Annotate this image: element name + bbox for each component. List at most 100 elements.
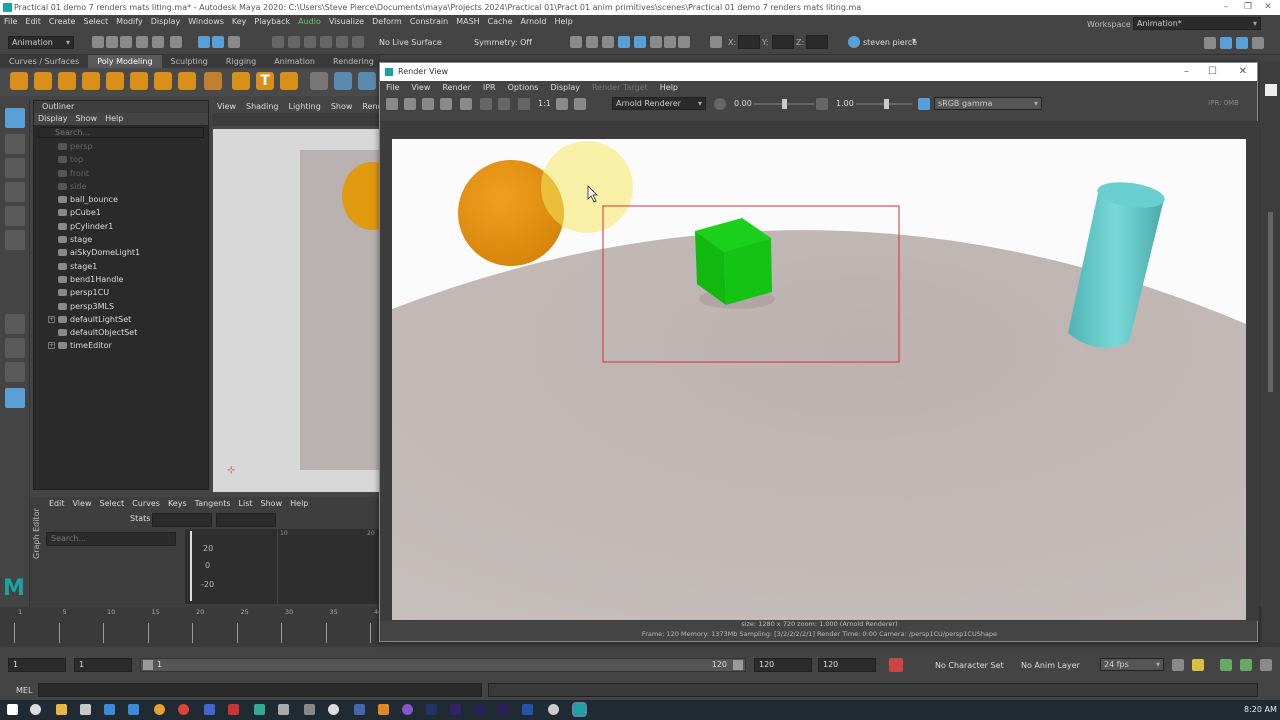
fps-dropdown[interactable]: 24 fps <box>1100 658 1164 671</box>
colorspace-dropdown[interactable]: sRGB gamma <box>934 97 1042 110</box>
ipr-icon[interactable] <box>440 98 452 110</box>
viewport-menu-item[interactable]: Lighting <box>283 102 325 111</box>
pause-ipr-icon[interactable] <box>678 36 690 48</box>
anim-layer[interactable]: No Anim Layer <box>1021 661 1080 670</box>
render-view-menu-item[interactable]: Help <box>654 83 684 92</box>
render-view-menu-item[interactable]: View <box>405 83 436 92</box>
menu-deform[interactable]: Deform <box>368 15 406 29</box>
gamma-value[interactable]: 1.00 <box>836 99 854 108</box>
preferences-icon[interactable] <box>1260 659 1272 671</box>
outliner-item[interactable]: side <box>34 180 208 193</box>
separate-icon[interactable] <box>334 72 352 90</box>
symmetry-label[interactable]: Symmetry: Off <box>474 38 532 47</box>
svg-icon[interactable] <box>280 72 298 90</box>
render-view-menu-item[interactable]: File <box>380 83 405 92</box>
menu-playback[interactable]: Playback <box>250 15 294 29</box>
loop-icon[interactable] <box>1172 659 1184 671</box>
close-icon[interactable]: ✕ <box>1239 63 1247 81</box>
color-management-icon[interactable] <box>918 98 930 110</box>
poly-cone-icon[interactable] <box>82 72 100 90</box>
menu-select[interactable]: Select <box>79 15 112 29</box>
graph-search-input[interactable]: Search... <box>46 532 176 546</box>
undo-icon[interactable] <box>136 36 148 48</box>
snap-curve-icon[interactable] <box>288 36 300 48</box>
poly-torus-icon[interactable] <box>106 72 124 90</box>
paint-select-icon[interactable] <box>5 158 25 178</box>
render-settings-icon[interactable] <box>460 98 472 110</box>
outliner-menu-item[interactable]: Display <box>34 114 72 123</box>
render-view-menu-item[interactable]: Display <box>544 83 586 92</box>
menu-cache[interactable]: Cache <box>484 15 517 29</box>
ipr-render-icon[interactable] <box>586 36 598 48</box>
after-effects-icon[interactable] <box>450 704 461 715</box>
workspace-dropdown[interactable]: Animation* <box>1133 17 1261 30</box>
outliner-item[interactable]: front <box>34 167 208 180</box>
edge-icon[interactable] <box>80 704 91 715</box>
outliner-item[interactable]: persp <box>34 140 208 153</box>
select-hierarchy-icon[interactable] <box>170 36 182 48</box>
persp-graph-layout-icon[interactable] <box>5 388 25 408</box>
gamma-reset-icon[interactable] <box>816 98 828 110</box>
new-scene-icon[interactable] <box>92 36 104 48</box>
graph-menu-item[interactable]: Curves <box>128 499 164 508</box>
exposure-value[interactable]: 0.00 <box>734 99 752 108</box>
graph-menu-item[interactable]: Edit <box>45 499 69 508</box>
graph-stats-field-2[interactable] <box>216 513 276 527</box>
menu-mash[interactable]: MASH <box>452 15 483 29</box>
outliner-menu-item[interactable]: Show <box>72 114 102 123</box>
y-field[interactable] <box>772 35 794 49</box>
start-frame-field[interactable]: 1 <box>8 658 66 672</box>
panel-close-icon[interactable] <box>1265 84 1277 96</box>
graph-area[interactable]: 20 0 -20 <box>185 529 380 604</box>
word-icon[interactable] <box>522 704 533 715</box>
app-icon-5[interactable] <box>304 704 315 715</box>
smooth-icon[interactable] <box>358 72 376 90</box>
save-scene-icon[interactable] <box>120 36 132 48</box>
combine-icon[interactable] <box>310 72 328 90</box>
super-shape-icon[interactable] <box>204 72 222 90</box>
graph-menu-item[interactable]: Keys <box>164 499 191 508</box>
app-icon-8[interactable] <box>402 704 413 715</box>
graph-menu-item[interactable]: Help <box>286 499 312 508</box>
start-icon[interactable] <box>7 704 18 715</box>
mel-label[interactable]: MEL <box>16 686 32 695</box>
select-objects-icon[interactable] <box>198 36 210 48</box>
menu-visualize[interactable]: Visualize <box>325 15 368 29</box>
range-end-handle[interactable] <box>733 660 743 670</box>
graph-menu-item[interactable]: List <box>235 499 257 508</box>
snap-point-icon[interactable] <box>304 36 316 48</box>
menu-file[interactable]: File <box>0 15 21 29</box>
select-mask-icon[interactable] <box>228 36 240 48</box>
lasso-tool-icon[interactable] <box>5 134 25 154</box>
anim-start-field[interactable]: 1 <box>74 658 132 672</box>
end-frame-field[interactable]: 120 <box>818 658 876 672</box>
close-icon[interactable]: ✕ <box>1258 0 1278 15</box>
z-field[interactable] <box>806 35 828 49</box>
app-icon-1[interactable] <box>204 704 215 715</box>
exposure-handle[interactable] <box>782 99 787 109</box>
menu-audio[interactable]: Audio <box>294 15 325 29</box>
viewport-menu-item[interactable]: Shading <box>241 102 284 111</box>
hypershade-icon[interactable] <box>618 36 630 48</box>
menu-edit[interactable]: Edit <box>21 15 45 29</box>
outliner-item[interactable]: + defaultLightSet <box>34 313 208 326</box>
render-view-menu-item[interactable]: IPR <box>477 83 502 92</box>
modeling-toolkit-icon[interactable] <box>1204 37 1216 49</box>
four-view-layout-icon[interactable] <box>5 338 25 358</box>
shelf-tab[interactable]: Poly Modeling <box>88 55 162 68</box>
photoshop-icon[interactable] <box>426 704 437 715</box>
minimize-icon[interactable]: – <box>1184 63 1189 81</box>
one-to-one-button[interactable]: 1:1 <box>538 99 551 108</box>
user-name[interactable]: steven pierce <box>863 38 917 47</box>
restore-icon[interactable]: ❐ <box>1238 0 1258 15</box>
menu-constrain[interactable]: Constrain <box>406 15 452 29</box>
outliner-item[interactable]: bend1Handle <box>34 273 208 286</box>
anim-end-field[interactable]: 120 <box>754 658 812 672</box>
premiere-icon[interactable] <box>498 704 509 715</box>
minimize-icon[interactable]: – <box>1216 0 1236 15</box>
poly-disc-icon[interactable] <box>154 72 172 90</box>
shelf-tab[interactable]: Animation <box>265 55 324 68</box>
rotate-tool-icon[interactable] <box>5 206 25 226</box>
command-input[interactable] <box>38 683 482 697</box>
move-tool-icon[interactable] <box>5 182 25 202</box>
